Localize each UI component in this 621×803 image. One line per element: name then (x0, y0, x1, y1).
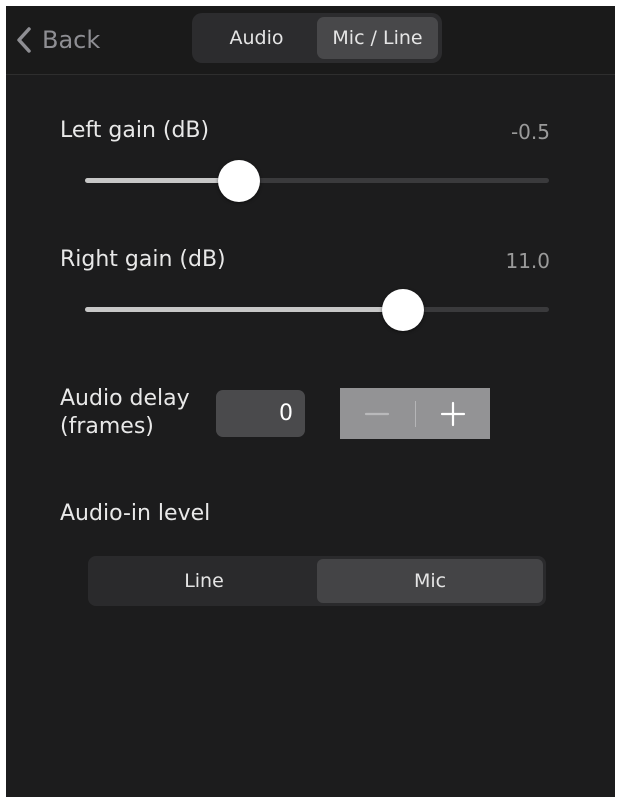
increment-button[interactable] (416, 388, 491, 439)
audio-delay-stepper (340, 388, 490, 439)
audio-in-level-label: Audio-in level (60, 501, 211, 526)
audio-settings-screen: Back Audio Mic / Line Left gain (dB) -0.… (6, 6, 615, 797)
minus-icon (365, 412, 390, 415)
right-gain-slider[interactable] (85, 287, 549, 331)
option-mic[interactable]: Mic (317, 559, 543, 603)
tab-audio[interactable]: Audio (196, 17, 317, 59)
right-gain-fill (85, 307, 403, 312)
plus-icon (440, 401, 465, 426)
audio-delay-label-line2: (frames) (60, 414, 154, 439)
nav-header: Back Audio Mic / Line (6, 6, 615, 75)
back-button[interactable]: Back (16, 20, 100, 60)
option-line[interactable]: Line (91, 559, 317, 603)
left-gain-slider[interactable] (85, 158, 549, 202)
right-gain-label: Right gain (dB) (60, 247, 226, 272)
audio-delay-label: Audio delay (frames) (60, 385, 190, 441)
left-gain-fill (85, 178, 240, 183)
right-gain-thumb[interactable] (381, 289, 424, 331)
back-label: Back (42, 26, 101, 54)
right-gain-value: 11.0 (505, 249, 550, 273)
decrement-button[interactable] (340, 388, 415, 439)
source-tabs: Audio Mic / Line (192, 13, 442, 63)
audio-delay-label-line1: Audio delay (60, 386, 190, 411)
tab-mic-line[interactable]: Mic / Line (317, 17, 438, 59)
audio-delay-input[interactable]: 0 (216, 390, 305, 437)
chevron-left-icon (17, 27, 31, 53)
audio-in-level-selector: Line Mic (88, 556, 546, 606)
left-gain-label: Left gain (dB) (60, 118, 210, 143)
left-gain-thumb[interactable] (218, 160, 261, 202)
left-gain-value: -0.5 (510, 120, 550, 144)
